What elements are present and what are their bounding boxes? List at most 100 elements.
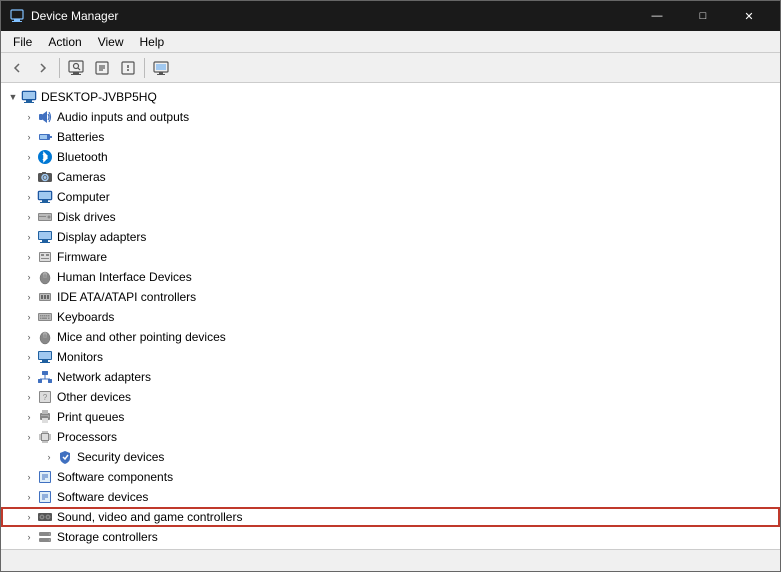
menu-view[interactable]: View [90,33,132,51]
root-expand-arrow: ▼ [5,89,21,105]
tree-item-other[interactable]: › ? Other devices [1,387,780,407]
toolbar-properties-button[interactable] [116,56,140,80]
tree-item-hid[interactable]: › Human Interface Devices [1,267,780,287]
storage-expand-arrow: › [21,529,37,545]
tree-view[interactable]: ▼ DESKTOP-JVBP5HQ › [1,83,780,549]
tree-item-batteries[interactable]: › Batteries [1,127,780,147]
tree-item-disk[interactable]: › Disk drives [1,207,780,227]
tree-item-storage[interactable]: › Storage controllers [1,527,780,547]
tree-item-network[interactable]: › Network adapters [1,367,780,387]
tree-item-keyboards[interactable]: › Keyboards [1,307,780,327]
tree-item-mice[interactable]: › Mice and other pointing devices [1,327,780,347]
cameras-icon [37,169,53,185]
computer-icon [21,89,37,105]
mice-icon [37,329,53,345]
device-manager-window: Device Manager — □ ✕ File Action View He… [0,0,781,572]
toolbar-back-button[interactable] [5,56,29,80]
tree-item-ide[interactable]: › IDE ATA/ATAPI controllers [1,287,780,307]
menu-action[interactable]: Action [40,33,89,51]
disk-label: Disk drives [57,210,116,224]
hid-icon [37,269,53,285]
status-bar [1,549,780,571]
audio-expand-arrow: › [21,109,37,125]
network-label: Network adapters [57,370,151,384]
batteries-label: Batteries [57,130,104,144]
tree-item-print[interactable]: › Print queues [1,407,780,427]
toolbar-separator-1 [59,58,60,78]
other-label: Other devices [57,390,131,404]
display-icon [37,229,53,245]
ide-label: IDE ATA/ATAPI controllers [57,290,196,304]
batteries-expand-arrow: › [21,129,37,145]
svg-text:?: ? [43,393,48,402]
toolbar-forward-button[interactable] [31,56,55,80]
tree-item-processors[interactable]: › [1,427,780,447]
root-label: DESKTOP-JVBP5HQ [41,90,157,104]
firmware-expand-arrow: › [21,249,37,265]
sound-expand-arrow: › [21,509,37,525]
other-icon: ? [37,389,53,405]
processors-label: Processors [57,430,117,444]
display-expand-arrow: › [21,229,37,245]
hid-expand-arrow: › [21,269,37,285]
print-expand-arrow: › [21,409,37,425]
toolbar-separator-2 [144,58,145,78]
softwarecomp-label: Software components [57,470,173,484]
softwarecomp-icon [37,469,53,485]
app-icon [9,8,25,24]
keyboards-icon [37,309,53,325]
firmware-label: Firmware [57,250,107,264]
menu-help[interactable]: Help [132,33,173,51]
ide-expand-arrow: › [21,289,37,305]
security-expand-arrow: › [41,449,57,465]
monitors-expand-arrow: › [21,349,37,365]
security-icon [57,449,73,465]
tree-item-computer[interactable]: › Computer [1,187,780,207]
menu-file[interactable]: File [5,33,40,51]
print-label: Print queues [57,410,124,424]
mice-label: Mice and other pointing devices [57,330,226,344]
other-expand-arrow: › [21,389,37,405]
processors-expand-arrow: › [21,429,37,445]
minimize-button[interactable]: — [634,1,680,31]
tree-item-security[interactable]: › Security devices [1,447,780,467]
toolbar-update-button[interactable] [90,56,114,80]
computer-label: Computer [57,190,110,204]
content-area: ▼ DESKTOP-JVBP5HQ › [1,83,780,549]
bluetooth-expand-arrow: › [21,149,37,165]
tree-item-firmware[interactable]: › Firmware [1,247,780,267]
firmware-icon [37,249,53,265]
maximize-button[interactable]: □ [680,1,726,31]
tree-item-softwaredev[interactable]: › Software devices [1,487,780,507]
softwaredev-icon [37,489,53,505]
monitors-icon [37,349,53,365]
cameras-expand-arrow: › [21,169,37,185]
print-icon [37,409,53,425]
tree-item-display[interactable]: › Display adapters [1,227,780,247]
storage-label: Storage controllers [57,530,158,544]
tree-item-softwarecomp[interactable]: › Software components [1,467,780,487]
storage-icon [37,529,53,545]
ide-icon [37,289,53,305]
network-expand-arrow: › [21,369,37,385]
tree-item-bluetooth[interactable]: › Bluetooth [1,147,780,167]
softwarecomp-expand-arrow: › [21,469,37,485]
keyboards-label: Keyboards [57,310,114,324]
sound-label: Sound, video and game controllers [57,510,242,524]
disk-expand-arrow: › [21,209,37,225]
tree-item-monitors[interactable]: › Monitors [1,347,780,367]
toolbar [1,53,780,83]
network-icon [37,369,53,385]
audio-label: Audio inputs and outputs [57,110,189,124]
tree-root[interactable]: ▼ DESKTOP-JVBP5HQ [1,87,780,107]
close-button[interactable]: ✕ [726,1,772,31]
bluetooth-label: Bluetooth [57,150,108,164]
toolbar-scan-button[interactable] [64,56,88,80]
window-title: Device Manager [31,9,634,23]
toolbar-display-button[interactable] [149,56,173,80]
tree-item-sound[interactable]: › Sound, video and game controllers [1,507,780,527]
audio-icon [37,109,53,125]
tree-item-cameras[interactable]: › Cameras [1,167,780,187]
batteries-icon [37,129,53,145]
tree-item-audio[interactable]: › Audio inputs and outputs [1,107,780,127]
